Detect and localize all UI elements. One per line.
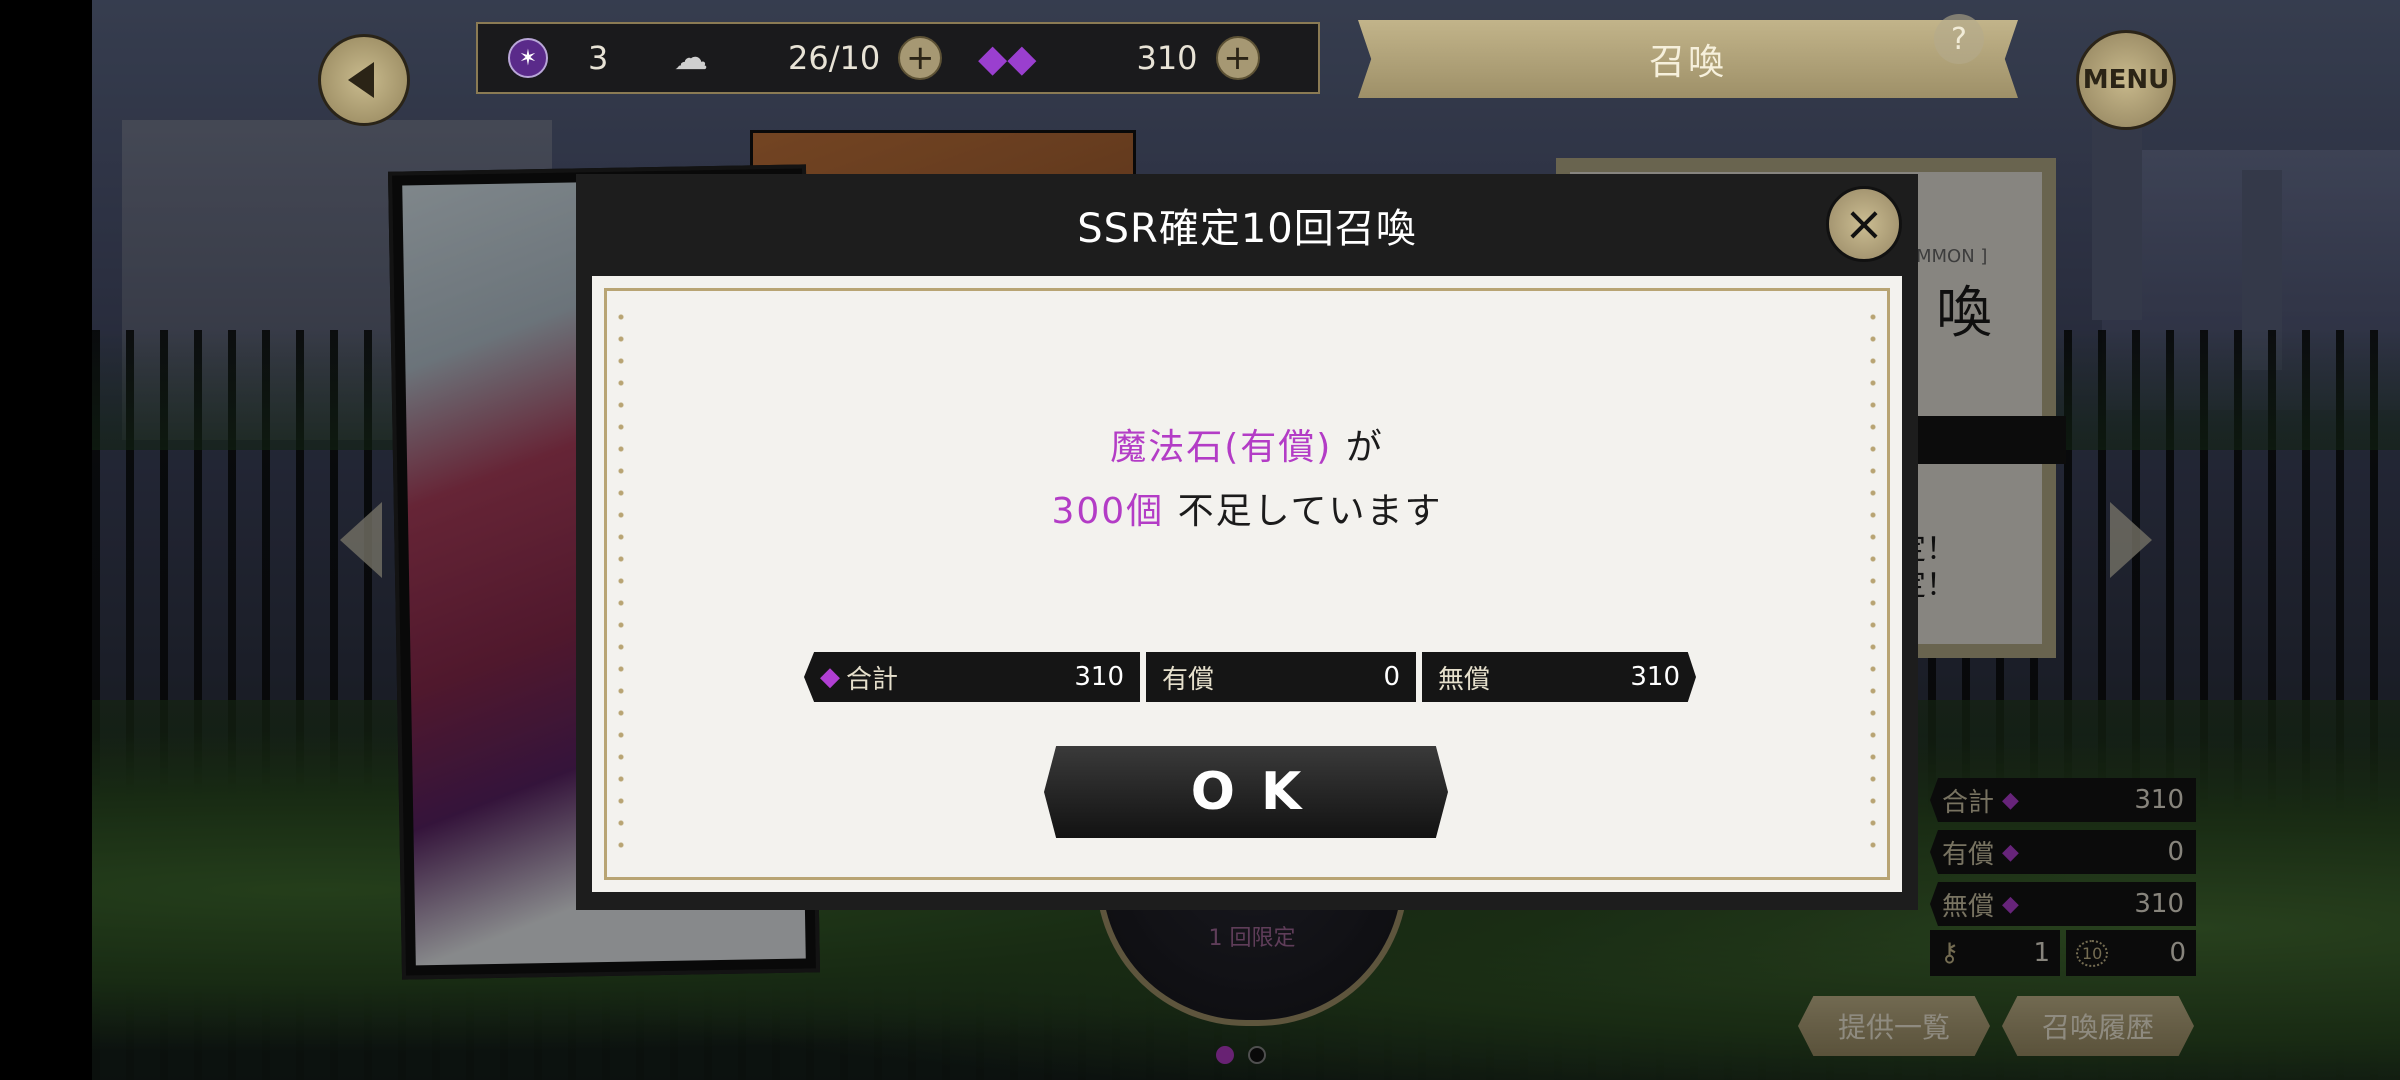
add-gem-button[interactable]: + (1215, 36, 1260, 80)
help-icon[interactable]: ? (1934, 14, 1984, 64)
stone-item: ✶ 3 (508, 24, 608, 92)
add-stamina-button[interactable]: + (898, 36, 943, 80)
close-button[interactable]: × (1826, 186, 1902, 262)
currency-total: ◆ 合計 310 (804, 652, 1140, 702)
gem-value: 310 (1136, 39, 1198, 77)
currency-total-label: 合計 (846, 664, 899, 695)
paid-stone-text: 魔法石(有償) (1110, 427, 1333, 468)
magic-gem-icon: ◆◆ (978, 36, 1037, 80)
back-arrow-icon (348, 62, 374, 98)
summon-header: 召喚 (1358, 20, 2018, 98)
currency-total-value: 310 (1074, 662, 1124, 692)
summon-stone-icon: ✶ (508, 38, 548, 78)
currency-paid-label: 有償 (1162, 664, 1215, 695)
stone-count: 3 (588, 39, 609, 77)
stamina-icon: ☁ (674, 38, 708, 78)
dotted-border-left (618, 306, 624, 862)
menu-button[interactable]: MENU (2076, 30, 2176, 130)
resource-bar: ✶ 3 ☁ 26/10 + ◆◆ 310 + (476, 22, 1320, 94)
gem-item: ◆◆ 310 + (978, 24, 1260, 92)
stamina-item: ☁ 26/10 + (674, 24, 943, 92)
currency-paid-value: 0 (1383, 662, 1400, 692)
particle-text: が (1332, 427, 1384, 468)
back-button[interactable] (318, 34, 410, 126)
currency-free-value: 310 (1630, 662, 1680, 692)
currency-free: 無償 310 (1422, 652, 1696, 702)
shortage-amount: 300個 (1051, 491, 1165, 532)
message-line-1: 魔法石(有償) が (596, 418, 1898, 470)
currency-summary: ◆ 合計 310 有償 0 無償 310 (804, 652, 1696, 702)
currency-free-label: 無償 (1438, 664, 1491, 695)
dotted-border-right (1870, 306, 1876, 862)
gem-icon: ◆ (820, 662, 840, 692)
message-line-2: 300個 不足しています (596, 482, 1898, 534)
ok-button[interactable]: OK (1044, 746, 1448, 838)
dialog-title: SSR確定10回召喚 (1077, 206, 1417, 252)
currency-paid: 有償 0 (1146, 652, 1416, 702)
shortage-text: 不足しています (1164, 491, 1443, 532)
stamina-value: 26/10 (788, 39, 881, 77)
